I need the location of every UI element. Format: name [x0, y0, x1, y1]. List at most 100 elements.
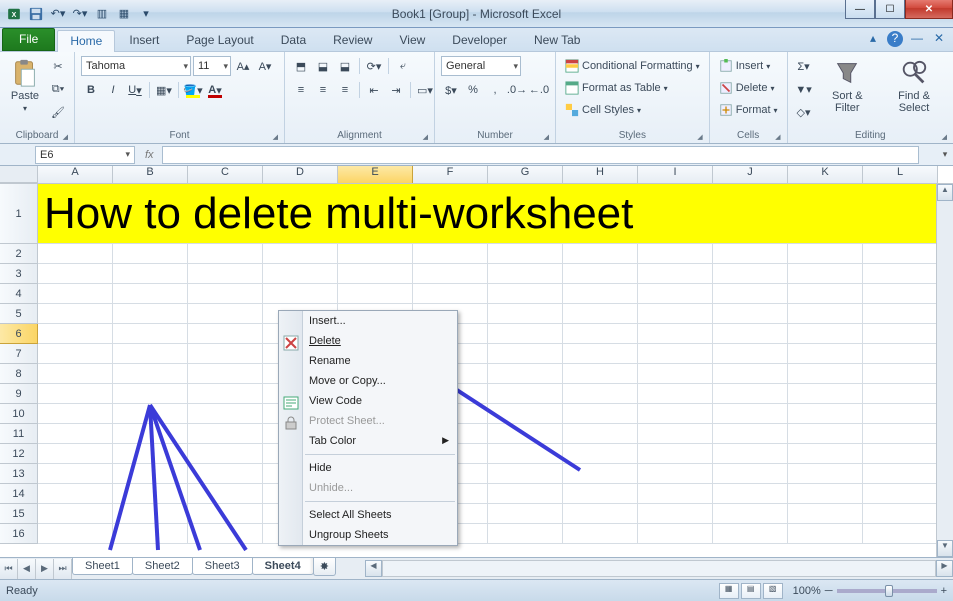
ctx-move-copy[interactable]: Move or Copy...	[279, 371, 457, 391]
cell-styles-button[interactable]: Cell Styles	[562, 100, 703, 120]
cell[interactable]	[863, 424, 938, 444]
cell[interactable]	[563, 364, 638, 384]
orientation-icon[interactable]: ⟳▾	[364, 56, 384, 76]
italic-button[interactable]: I	[103, 80, 123, 100]
mdi-close-icon[interactable]: ✕	[931, 31, 947, 47]
cell[interactable]	[488, 344, 563, 364]
mdi-min-icon[interactable]: —	[909, 31, 925, 47]
autosum-icon[interactable]: Σ▾	[794, 56, 814, 76]
sheet-tab[interactable]: Sheet2	[132, 558, 193, 575]
cell[interactable]	[113, 524, 188, 544]
cell[interactable]	[38, 364, 113, 384]
ctx-view-code[interactable]: View Code	[279, 391, 457, 411]
cell[interactable]	[638, 464, 713, 484]
ctx-select-all[interactable]: Select All Sheets	[279, 505, 457, 525]
cell[interactable]	[38, 324, 113, 344]
cell[interactable]	[788, 464, 863, 484]
undo-icon[interactable]: ↶▾	[48, 4, 68, 24]
delete-cells-button[interactable]: Delete	[716, 78, 781, 98]
cell[interactable]	[713, 284, 788, 304]
col-header[interactable]: L	[863, 166, 938, 183]
cell[interactable]	[338, 284, 413, 304]
format-as-table-button[interactable]: Format as Table	[562, 78, 703, 98]
cell[interactable]	[113, 484, 188, 504]
zoom-slider[interactable]	[837, 589, 937, 593]
cell[interactable]	[638, 284, 713, 304]
row-header[interactable]: 15	[0, 504, 38, 524]
ctx-hide[interactable]: Hide	[279, 458, 457, 478]
col-header[interactable]: F	[413, 166, 488, 183]
select-all-corner[interactable]	[0, 166, 38, 183]
find-select-button[interactable]: Find & Select	[881, 56, 947, 116]
cell[interactable]	[713, 384, 788, 404]
cell[interactable]	[863, 364, 938, 384]
ctx-insert[interactable]: Insert...	[279, 311, 457, 331]
col-header[interactable]: E	[338, 166, 413, 183]
name-box[interactable]: E6▾	[35, 146, 135, 164]
row-header[interactable]: 11	[0, 424, 38, 444]
cell[interactable]	[863, 484, 938, 504]
cell[interactable]	[713, 244, 788, 264]
cell[interactable]	[113, 284, 188, 304]
cell[interactable]	[563, 384, 638, 404]
cell[interactable]	[788, 424, 863, 444]
cell[interactable]	[788, 504, 863, 524]
close-button[interactable]: ✕	[905, 0, 953, 19]
cell[interactable]	[38, 484, 113, 504]
grow-font-icon[interactable]: A▴	[233, 56, 253, 76]
cell[interactable]	[338, 264, 413, 284]
cell[interactable]	[713, 504, 788, 524]
cell[interactable]	[188, 424, 263, 444]
cell[interactable]	[713, 424, 788, 444]
conditional-formatting-button[interactable]: Conditional Formatting	[562, 56, 703, 76]
cell[interactable]	[788, 384, 863, 404]
cell[interactable]	[413, 284, 488, 304]
cell[interactable]	[563, 464, 638, 484]
qat-item-icon[interactable]: ▥	[92, 4, 112, 24]
cell[interactable]	[788, 264, 863, 284]
cell[interactable]	[638, 504, 713, 524]
font-color-icon[interactable]: A▾	[205, 80, 225, 100]
increase-indent-icon[interactable]: ⇥	[386, 80, 406, 100]
cell[interactable]	[563, 264, 638, 284]
cell[interactable]	[638, 244, 713, 264]
cell[interactable]	[188, 504, 263, 524]
bold-button[interactable]: B	[81, 80, 101, 100]
cell[interactable]	[188, 284, 263, 304]
cell[interactable]	[863, 344, 938, 364]
cell[interactable]	[563, 504, 638, 524]
cell[interactable]	[188, 244, 263, 264]
cell[interactable]	[188, 344, 263, 364]
fill-icon[interactable]: ▼▾	[794, 79, 814, 99]
cell[interactable]	[488, 444, 563, 464]
cell[interactable]	[488, 284, 563, 304]
row-header[interactable]: 16	[0, 524, 38, 544]
save-icon[interactable]	[26, 4, 46, 24]
redo-icon[interactable]: ↷▾	[70, 4, 90, 24]
maximize-button[interactable]: ☐	[875, 0, 905, 19]
cell[interactable]	[113, 424, 188, 444]
fx-icon[interactable]: fx	[137, 149, 162, 161]
cell[interactable]	[38, 384, 113, 404]
tab-last-icon[interactable]: ⏭	[54, 559, 72, 579]
cell[interactable]	[638, 404, 713, 424]
cell[interactable]	[113, 444, 188, 464]
cell[interactable]	[263, 264, 338, 284]
help-icon[interactable]: ?	[887, 31, 903, 47]
cell[interactable]	[713, 304, 788, 324]
cell[interactable]	[788, 344, 863, 364]
worksheet-grid[interactable]: ABCDEFGHIJKL 1How to delete multi-worksh…	[0, 166, 953, 557]
row-header[interactable]: 12	[0, 444, 38, 464]
cell[interactable]	[713, 484, 788, 504]
cell[interactable]	[638, 324, 713, 344]
number-format-combo[interactable]: General	[441, 56, 521, 76]
cell[interactable]	[38, 404, 113, 424]
cell[interactable]	[563, 444, 638, 464]
sheet-tab[interactable]: Sheet1	[72, 558, 133, 575]
tab-data[interactable]: Data	[268, 29, 319, 51]
cell[interactable]	[488, 244, 563, 264]
cell[interactable]	[713, 364, 788, 384]
cell[interactable]	[638, 264, 713, 284]
cell[interactable]	[563, 244, 638, 264]
col-header[interactable]: K	[788, 166, 863, 183]
